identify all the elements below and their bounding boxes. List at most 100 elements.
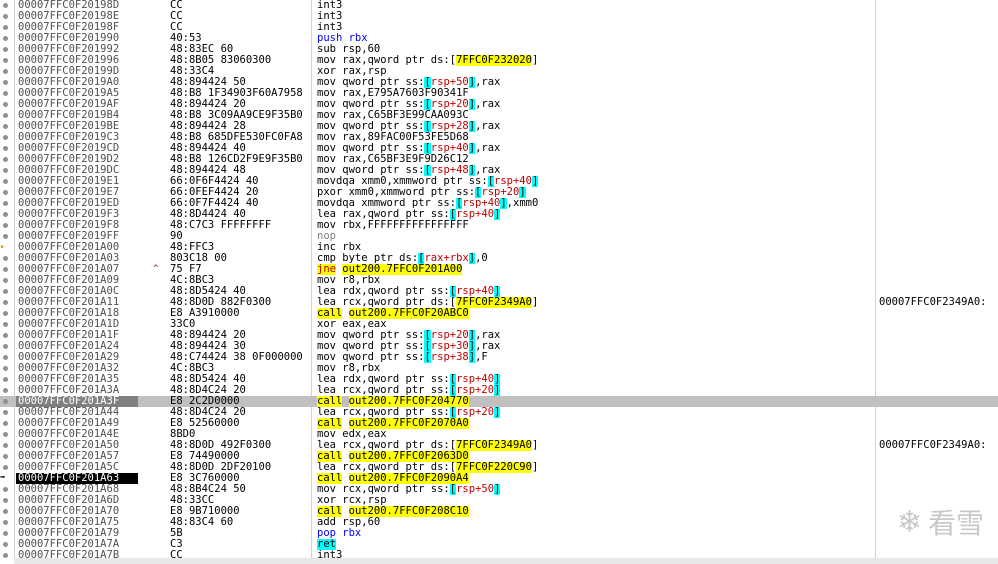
instruction-row[interactable]: 00007FFC0F2019C3 48:B8 685DFE530FC0FA8 mov… — [0, 132, 998, 143]
instruction-text[interactable]: xor eax,eax — [317, 319, 873, 330]
instruction-operand[interactable]: 7FFC0F2349A0 — [456, 440, 532, 451]
instruction-row[interactable]: 00007FFC0F201A35 48:8D5424 40 lea rdx,qwor… — [0, 374, 998, 385]
instruction-row[interactable]: 00007FFC0F201A29 48:C74424 38 0F000000 mov… — [0, 352, 998, 363]
breakpoint-gutter[interactable] — [0, 330, 14, 341]
instruction-operand[interactable]: out200.7FFC0F204770 — [348, 396, 469, 407]
instruction-text[interactable]: call out200.7FFC0F204770 — [317, 396, 873, 407]
instruction-row[interactable]: 00007FFC0F201A1D 33C0 xor eax,eax — [0, 319, 998, 330]
instruction-text[interactable]: xor rcx,rsp — [317, 495, 873, 506]
instruction-operand[interactable]: out200.7FFC0F208C10 — [348, 506, 469, 517]
instruction-operand[interactable]: out200.7FFC0F20ABC0 — [348, 308, 469, 319]
instruction-row[interactable]: 00007FFC0F201990 40:53 push rbx — [0, 33, 998, 44]
breakpoint-gutter[interactable] — [0, 55, 14, 66]
instruction-operand[interactable]: 7FFC0F232020 — [456, 55, 532, 66]
instruction-row[interactable]: 00007FFC0F201A3A 48:8D4C24 20 lea rcx,qwor… — [0, 385, 998, 396]
instruction-text[interactable]: movdqa xmmword ptr ss:[rsp+40],xmm0 — [317, 198, 873, 209]
breakpoint-gutter[interactable]: ▸ — [0, 242, 14, 253]
instruction-row[interactable]: 00007FFC0F2019B4 48:B8 3C09AA9CE9F35B0 mov… — [0, 110, 998, 121]
breakpoint-gutter[interactable] — [0, 286, 14, 297]
instruction-text[interactable]: mov qword ptr ss:[rsp+28],rax — [317, 121, 873, 132]
instruction-text[interactable]: mov rcx,qword ptr ss:[rsp+50] — [317, 484, 873, 495]
instruction-row[interactable]: 00007FFC0F201A50 48:8D0D 492F0300 lea rcx,… — [0, 440, 998, 451]
breakpoint-gutter[interactable] — [0, 231, 14, 242]
instruction-text[interactable]: xor rax,rsp — [317, 66, 873, 77]
disassembly-view[interactable]: 00007FFC0F20198D CC int3 00007FFC0F20198E CC… — [0, 0, 998, 564]
instruction-operand[interactable]: 7FFC0F220C90 — [456, 462, 532, 473]
instruction-text[interactable]: pop rbx — [317, 528, 873, 539]
instruction-row[interactable]: 00007FFC0F201A03 803C18 00 cmp byte ptr ds… — [0, 253, 998, 264]
instruction-row[interactable]: 00007FFC0F2019DC 48:894424 48 mov qword pt… — [0, 165, 998, 176]
breakpoint-gutter[interactable] — [0, 121, 14, 132]
breakpoint-gutter[interactable] — [0, 275, 14, 286]
instruction-text[interactable]: cmp byte ptr ds:[rax+rbx],0 — [317, 253, 873, 264]
breakpoint-gutter[interactable] — [0, 319, 14, 330]
breakpoint-gutter[interactable] — [0, 352, 14, 363]
instruction-text[interactable]: mov qword ptr ss:[rsp+50],rax — [317, 77, 873, 88]
instruction-text[interactable]: mov qword ptr ss:[rsp+20],rax — [317, 330, 873, 341]
breakpoint-gutter[interactable] — [0, 22, 14, 33]
instruction-row[interactable]: 00007FFC0F201A4E 8BD0 mov edx,eax — [0, 429, 998, 440]
instruction-row[interactable]: 00007FFC0F201A49 E8 52560000 call out200.7… — [0, 418, 998, 429]
breakpoint-gutter[interactable] — [0, 539, 14, 550]
instruction-text[interactable]: lea rdx,qword ptr ss:[rsp+40] — [317, 286, 873, 297]
instruction-text[interactable]: call out200.7FFC0F2090A4 — [317, 473, 873, 484]
instruction-row[interactable]: 00007FFC0F2019D2 48:B8 126CD2F9E9F35B0 mov… — [0, 154, 998, 165]
instruction-text[interactable]: mov qword ptr ss:[rsp+48],rax — [317, 165, 873, 176]
breakpoint-gutter[interactable] — [0, 253, 14, 264]
instruction-text[interactable]: mov rax,C65BF3E9F9D26C12 — [317, 154, 873, 165]
instruction-row[interactable]: 00007FFC0F201A32 4C:8BC3 mov r8,rbx — [0, 363, 998, 374]
instruction-row[interactable]: 00007FFC0F201A24 48:894424 30 mov qword pt… — [0, 341, 998, 352]
breakpoint-gutter[interactable] — [0, 385, 14, 396]
instruction-operand[interactable]: out200.7FFC0F2090A4 — [348, 473, 469, 484]
breakpoint-gutter[interactable] — [0, 407, 14, 418]
instruction-row[interactable]: 00007FFC0F201A18 E8 A3910000 call out200.7… — [0, 308, 998, 319]
breakpoint-gutter[interactable] — [0, 44, 14, 55]
instruction-row[interactable]: 00007FFC0F20198F CC int3 — [0, 22, 998, 33]
instruction-row[interactable]: 00007FFC0F2019A5 48:B8 1F34903F60A7958 mov… — [0, 88, 998, 99]
breakpoint-gutter[interactable] — [0, 517, 14, 528]
instruction-row[interactable]: 00007FFC0F2019CD 48:894424 40 mov qword pt… — [0, 143, 998, 154]
instruction-row[interactable]: 00007FFC0F20198E CC int3 — [0, 11, 998, 22]
breakpoint-gutter[interactable] — [0, 11, 14, 22]
instruction-operand[interactable]: 7FFC0F2349A0 — [456, 297, 532, 308]
instruction-row[interactable]: 00007FFC0F201992 48:83EC 60 sub rsp,60 — [0, 44, 998, 55]
instruction-row[interactable]: ➡ 00007FFC0F201A63 E8 3C760000 call out200.… — [0, 473, 998, 484]
breakpoint-gutter[interactable] — [0, 297, 14, 308]
instruction-text[interactable]: mov edx,eax — [317, 429, 873, 440]
instruction-row[interactable]: 00007FFC0F201A7A C3 ret — [0, 539, 998, 550]
instruction-row[interactable]: 00007FFC0F201A1F 48:894424 20 mov qword pt… — [0, 330, 998, 341]
instruction-text[interactable]: pxor xmm0,xmmword ptr ss:[rsp+20] — [317, 187, 873, 198]
instruction-text[interactable]: int3 — [317, 11, 873, 22]
breakpoint-gutter[interactable] — [0, 99, 14, 110]
instruction-text[interactable]: inc rbx — [317, 242, 873, 253]
instruction-text[interactable]: call out200.7FFC0F2070A0 — [317, 418, 873, 429]
instruction-text[interactable]: lea rcx,qword ptr ds:[7FFC0F220C90] — [317, 462, 873, 473]
breakpoint-gutter[interactable] — [0, 308, 14, 319]
instruction-row[interactable]: 00007FFC0F20198D CC int3 — [0, 0, 998, 11]
instruction-text[interactable]: mov qword ptr ss:[rsp+20],rax — [317, 99, 873, 110]
breakpoint-gutter[interactable] — [0, 374, 14, 385]
instruction-row[interactable]: 00007FFC0F201A68 48:8B4C24 50 mov rcx,qwor… — [0, 484, 998, 495]
instruction-row[interactable]: 00007FFC0F201A44 48:8D4C24 20 lea rcx,qwor… — [0, 407, 998, 418]
breakpoint-gutter[interactable] — [0, 220, 14, 231]
instruction-text[interactable]: lea rcx,qword ptr ss:[rsp+20] — [317, 407, 873, 418]
instruction-row[interactable]: 00007FFC0F2019F8 48:C7C3 FFFFFFFF mov rbx,… — [0, 220, 998, 231]
horizontal-scrollbar[interactable] — [14, 558, 998, 564]
instruction-text[interactable]: nop — [317, 231, 873, 242]
breakpoint-gutter[interactable] — [0, 187, 14, 198]
instruction-row[interactable]: 00007FFC0F201A57 E8 74490000 call out200.7… — [0, 451, 998, 462]
instruction-row[interactable]: ▸ 00007FFC0F201A00 48:FFC3 inc rbx — [0, 242, 998, 253]
instruction-text[interactable]: mov rax,89FAC00F53FE5D68 — [317, 132, 873, 143]
instruction-row[interactable]: 00007FFC0F2019ED 66:0F7F4424 40 movdqa xmm… — [0, 198, 998, 209]
breakpoint-gutter[interactable] — [0, 209, 14, 220]
instruction-operand[interactable]: out200.7FFC0F2063D0 — [348, 451, 469, 462]
instruction-row[interactable]: 00007FFC0F201996 48:8B05 83060300 mov rax,… — [0, 55, 998, 66]
instruction-text[interactable]: jne out200.7FFC0F201A00 — [317, 264, 873, 275]
instruction-text[interactable]: lea rcx,qword ptr ds:[7FFC0F2349A0] — [317, 297, 873, 308]
instruction-text[interactable]: call out200.7FFC0F20ABC0 — [317, 308, 873, 319]
instruction-operand[interactable]: out200.7FFC0F2070A0 — [348, 418, 469, 429]
breakpoint-gutter[interactable] — [0, 462, 14, 473]
breakpoint-gutter[interactable] — [0, 363, 14, 374]
breakpoint-gutter[interactable] — [0, 88, 14, 99]
instruction-operand[interactable]: out200.7FFC0F201A00 — [342, 264, 463, 275]
